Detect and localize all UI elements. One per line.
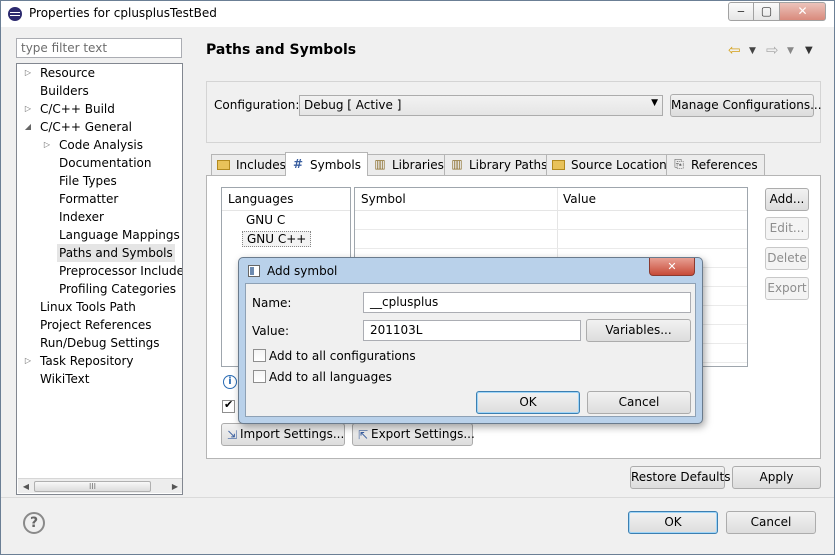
title-bar: Properties for cplusplusTestBed ‒ ▢ ✕ — [1, 1, 834, 27]
import-icon: ⇲ — [227, 428, 238, 442]
add-to-all-configurations-checkbox[interactable] — [253, 349, 266, 362]
expand-arrow-icon[interactable]: ▷ — [23, 64, 33, 82]
collapse-arrow-icon[interactable]: ◢ — [23, 118, 33, 136]
import-settings-button[interactable]: ⇲ Import Settings... — [221, 423, 345, 446]
dialog-body: Name: __cplusplus Value: 201103L Variabl… — [245, 283, 696, 417]
export-symbol-button[interactable]: Export — [765, 277, 809, 300]
tab-symbols[interactable]: # Symbols — [285, 152, 368, 176]
configuration-select[interactable]: Debug [ Active ] ▼ — [299, 95, 663, 116]
property-tree: ▷ Resource Builders ▷ C/C++ Build ◢ C/C++ G… — [16, 63, 183, 495]
forward-menu-icon[interactable]: ▼ — [787, 46, 794, 56]
properties-window: Properties for cplusplusTestBed ‒ ▢ ✕ ty… — [0, 0, 835, 555]
tree-item-language-mappings[interactable]: Language Mappings — [59, 226, 180, 244]
view-menu-icon[interactable]: ▼ — [805, 45, 813, 56]
add-to-all-languages-checkbox[interactable] — [253, 370, 266, 383]
separator — [1, 497, 834, 498]
language-item-gnu-c[interactable]: GNU C — [246, 213, 285, 227]
value-label: Value: — [252, 324, 289, 338]
close-window-button[interactable]: ✕ — [779, 2, 826, 21]
table-row — [355, 211, 747, 230]
variables-button[interactable]: Variables... — [586, 319, 691, 342]
eclipse-icon — [8, 7, 22, 21]
tree-item-profiling-categories[interactable]: Profiling Categories — [59, 280, 176, 298]
tree-item-formatter[interactable]: Formatter — [59, 190, 118, 208]
info-icon: i — [223, 375, 237, 389]
back-arrow-icon[interactable]: ⇦ — [728, 41, 741, 59]
cancel-button[interactable]: Cancel — [726, 511, 816, 534]
tree-item-indexer[interactable]: Indexer — [59, 208, 104, 226]
languages-header: Languages — [222, 188, 350, 211]
tab-includes[interactable]: Includes — [211, 154, 293, 175]
checkmark-icon: ✔ — [224, 398, 234, 411]
language-item-gnu-cpp[interactable]: GNU C++ — [242, 231, 312, 247]
name-label: Name: — [252, 296, 292, 310]
references-icon: ⎘ — [674, 157, 684, 171]
add-symbol-button[interactable]: Add... — [765, 188, 809, 211]
value-field[interactable]: 201103L — [363, 320, 581, 341]
dialog-close-button[interactable]: ✕ — [649, 258, 695, 276]
tree-item-documentation[interactable]: Documentation — [59, 154, 152, 172]
expand-arrow-icon[interactable]: ▷ — [23, 352, 33, 370]
tab-references[interactable]: ⎘ References — [666, 154, 765, 175]
tab-library-paths[interactable]: ▥ Library Paths — [444, 154, 555, 175]
tree-item-builders[interactable]: Builders — [40, 82, 89, 100]
show-built-in-checkbox[interactable]: ✔ — [222, 398, 235, 413]
dialog-window-icon — [248, 265, 260, 277]
ok-button[interactable]: OK — [628, 511, 718, 534]
tab-source-location[interactable]: Source Location — [546, 154, 674, 175]
dialog-title: Add symbol — [267, 264, 338, 278]
add-to-all-configurations-label: Add to all configurations — [269, 349, 416, 363]
tree-item-wikitext[interactable]: WikiText — [40, 370, 90, 388]
maximize-button[interactable]: ▢ — [753, 2, 780, 21]
folder-icon — [217, 160, 230, 170]
expand-arrow-icon[interactable]: ▷ — [42, 136, 52, 154]
tree-item-linux-tools-path[interactable]: Linux Tools Path — [40, 298, 136, 316]
restore-defaults-button[interactable]: Restore Defaults — [630, 466, 730, 489]
tree-item-project-references[interactable]: Project References — [40, 316, 152, 334]
source-folder-icon — [552, 160, 565, 170]
hash-icon: # — [292, 157, 304, 171]
configuration-label: Configuration: — [214, 98, 300, 112]
apply-button[interactable]: Apply — [732, 466, 821, 489]
export-settings-button[interactable]: ⇱ Export Settings... — [352, 423, 475, 446]
scroll-left-icon[interactable]: ◀ — [19, 480, 33, 493]
scroll-thumb[interactable]: III — [34, 481, 151, 492]
dialog-ok-button[interactable]: OK — [476, 391, 580, 414]
edit-symbol-button[interactable]: Edit... — [765, 217, 809, 240]
add-to-all-languages-label: Add to all languages — [269, 370, 392, 384]
manage-configurations-button[interactable]: Manage Configurations... — [670, 94, 822, 117]
tab-libraries[interactable]: ▥ Libraries — [367, 154, 451, 175]
minimize-button[interactable]: ‒ — [728, 2, 754, 21]
tree-item-run-debug-settings[interactable]: Run/Debug Settings — [40, 334, 160, 352]
export-icon: ⇱ — [358, 428, 369, 442]
value-column-header[interactable]: Value — [557, 188, 747, 211]
scroll-right-icon[interactable]: ▶ — [168, 480, 182, 493]
tree-item-paths-and-symbols[interactable]: Paths and Symbols — [57, 244, 175, 262]
tree-horizontal-scrollbar[interactable]: ◀ III ▶ — [18, 478, 182, 493]
tree-item-file-types[interactable]: File Types — [59, 172, 117, 190]
library-path-icon: ▥ — [451, 157, 463, 171]
add-symbol-dialog: Add symbol ✕ Name: __cplusplus Value: 20… — [238, 257, 703, 424]
help-icon[interactable]: ? — [23, 512, 45, 534]
chevron-down-icon: ▼ — [651, 98, 658, 108]
table-row — [355, 230, 747, 249]
tree-item-preprocessor-include[interactable]: Preprocessor Include Pa — [59, 262, 182, 280]
delete-symbol-button[interactable]: Delete — [765, 247, 809, 270]
forward-arrow-icon[interactable]: ⇨ — [766, 41, 779, 59]
symbol-column-header[interactable]: Symbol — [355, 188, 557, 211]
back-menu-icon[interactable]: ▼ — [749, 46, 756, 56]
filter-input[interactable]: type filter text — [16, 38, 182, 58]
library-icon: ▥ — [374, 157, 386, 171]
expand-arrow-icon[interactable]: ▷ — [23, 100, 33, 118]
name-field[interactable]: __cplusplus — [363, 292, 691, 313]
window-title: Properties for cplusplusTestBed — [29, 6, 217, 20]
dialog-cancel-button[interactable]: Cancel — [587, 391, 691, 414]
page-title: Paths and Symbols — [206, 42, 357, 58]
